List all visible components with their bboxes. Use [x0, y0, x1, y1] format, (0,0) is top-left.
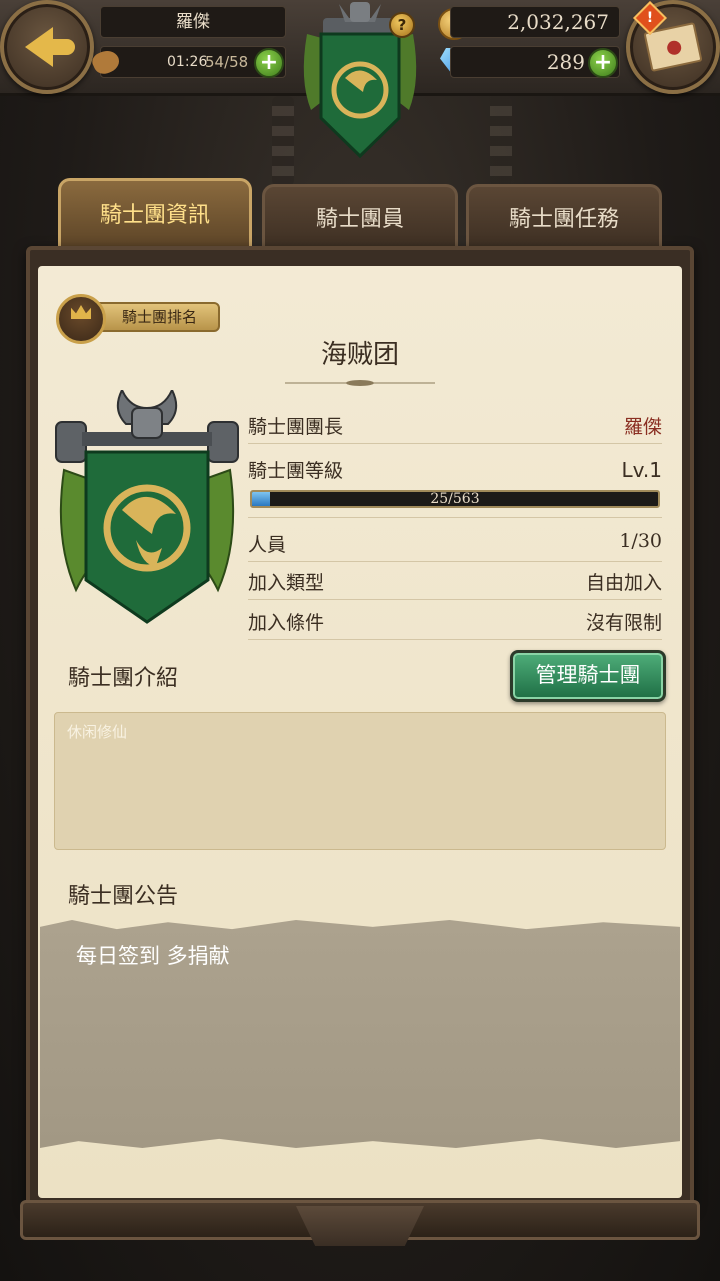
join-condition-value: 沒有限制	[585, 612, 662, 634]
panel-bottom-ornament	[296, 1206, 424, 1246]
player-name: 羅傑	[100, 6, 286, 38]
guild-leader-row: 騎士團團長 羅傑	[248, 404, 662, 444]
guild-intro-title: 騎士團介紹	[68, 666, 179, 691]
manage-guild-button[interactable]: 管理騎士團	[510, 650, 666, 702]
join-condition-row: 加入條件 沒有限制	[248, 600, 662, 640]
stamina-timer: 01:26	[167, 54, 208, 70]
guild-leader-value: 羅傑	[623, 416, 662, 438]
guild-level-label: 騎士團等級	[248, 460, 344, 482]
guild-intro-box: 休闲修仙	[54, 712, 666, 850]
guild-intro-text: 休闲修仙	[67, 723, 128, 741]
name-divider	[285, 380, 435, 386]
add-stamina-button[interactable]: +	[254, 48, 284, 78]
guild-notice-text: 每日签到 多捐献	[76, 944, 230, 968]
rank-crown-icon	[56, 294, 106, 344]
help-icon[interactable]: ?	[389, 12, 415, 38]
gold-amount: 2,032,267	[450, 6, 620, 38]
chain-decoration	[272, 96, 294, 186]
join-type-value: 自由加入	[585, 572, 662, 594]
guild-exp-bar: 25/563	[250, 490, 660, 508]
tab-guild-quests[interactable]: 騎士團任務	[466, 184, 662, 252]
guild-exp-text: 25/563	[430, 491, 480, 507]
guild-name: 海贼团	[320, 340, 399, 370]
join-type-label: 加入類型	[248, 572, 325, 594]
guild-level-row: 騎士團等級 Lv.1 25/563	[248, 448, 662, 518]
guild-notice-title: 騎士團公告	[68, 884, 179, 909]
tab-guild-members[interactable]: 騎士團員	[262, 184, 458, 252]
back-arrow-icon	[25, 27, 75, 67]
guild-leader-label: 騎士團團長	[248, 416, 344, 438]
back-button[interactable]	[0, 0, 94, 94]
guild-emblem	[55, 390, 239, 624]
add-gems-button[interactable]: +	[588, 48, 618, 78]
guild-members-label: 人員	[248, 534, 287, 556]
guild-members-row: 人員 1/30	[248, 522, 662, 562]
guild-ranking-label: 騎士團排名	[96, 302, 220, 332]
guild-members-value: 1/30	[619, 530, 662, 552]
chain-decoration	[490, 96, 512, 186]
guild-ranking-button[interactable]: 騎士團排名	[56, 294, 220, 344]
guild-level-value: Lv.1	[621, 458, 662, 482]
stamina-value: 54/58	[205, 53, 249, 71]
join-condition-label: 加入條件	[248, 612, 325, 634]
join-type-row: 加入類型 自由加入	[248, 560, 662, 600]
tab-guild-info[interactable]: 騎士團資訊	[58, 178, 252, 252]
